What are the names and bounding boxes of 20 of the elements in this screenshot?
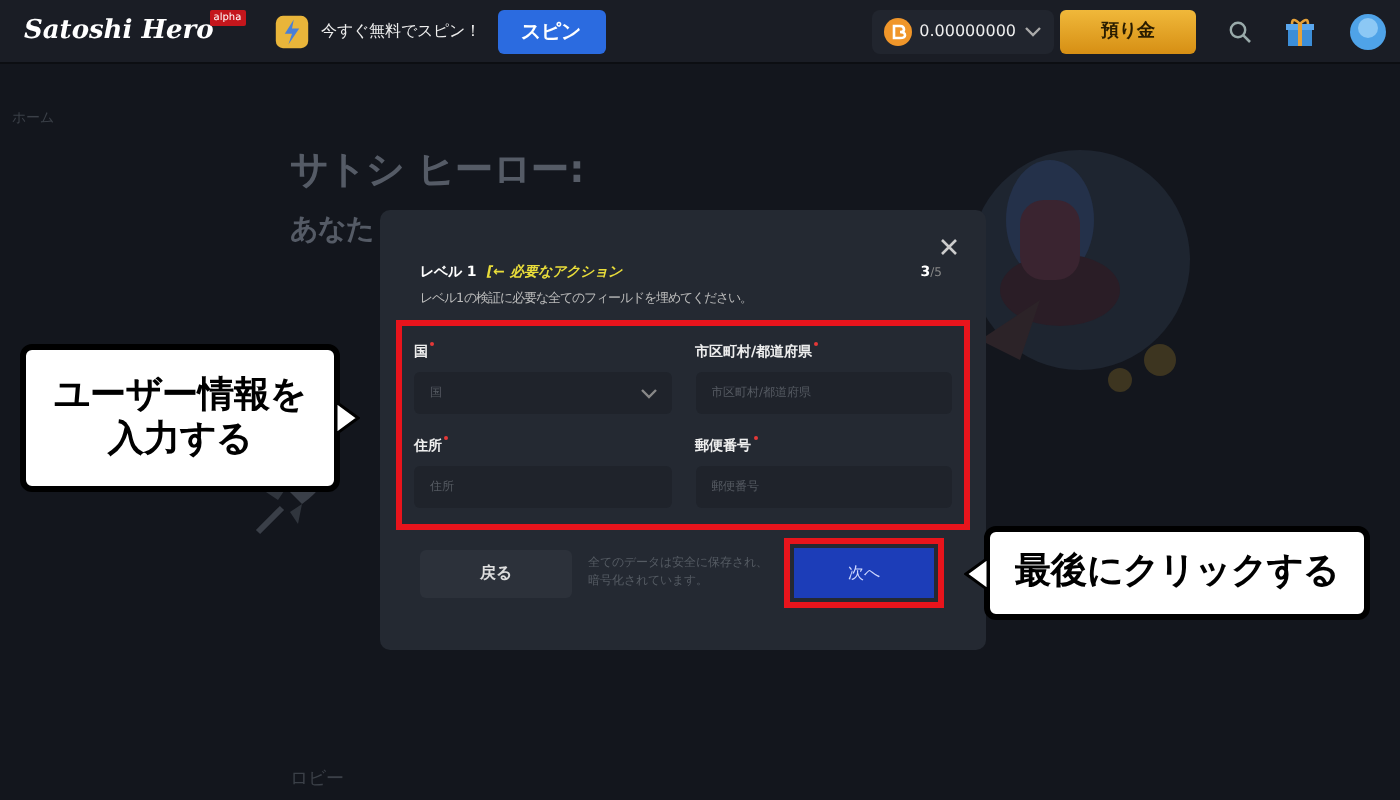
lightning-icon <box>273 13 310 49</box>
hero-title: サトシ ヒーロー: <box>290 146 585 196</box>
spin-button[interactable]: スピン <box>497 9 606 53</box>
close-icon[interactable] <box>940 238 958 256</box>
balance-amount: 0.00000000 <box>919 22 1016 40</box>
logo[interactable]: Satoshi Hero <box>24 16 214 46</box>
search-icon[interactable] <box>1228 19 1252 43</box>
bitcoin-icon <box>883 17 912 45</box>
hero-subtitle: あなた <box>290 212 374 248</box>
avatar-icon[interactable] <box>1348 11 1388 51</box>
chevron-down-icon <box>1024 25 1042 37</box>
deposit-button[interactable]: 預り金 <box>1060 9 1196 53</box>
promo-text: 今すぐ無料でスピン！ <box>321 20 482 42</box>
next-button[interactable]: 次へ <box>794 548 934 598</box>
callout-text: 最後にクリックする <box>1015 550 1339 596</box>
gift-icon[interactable] <box>1284 15 1316 47</box>
back-button[interactable]: 戻る <box>420 549 572 597</box>
chevron-down-icon <box>639 387 657 399</box>
balance-selector[interactable]: 0.00000000 <box>871 9 1054 53</box>
callout-text: ユーザー情報を 入力する <box>54 373 306 463</box>
